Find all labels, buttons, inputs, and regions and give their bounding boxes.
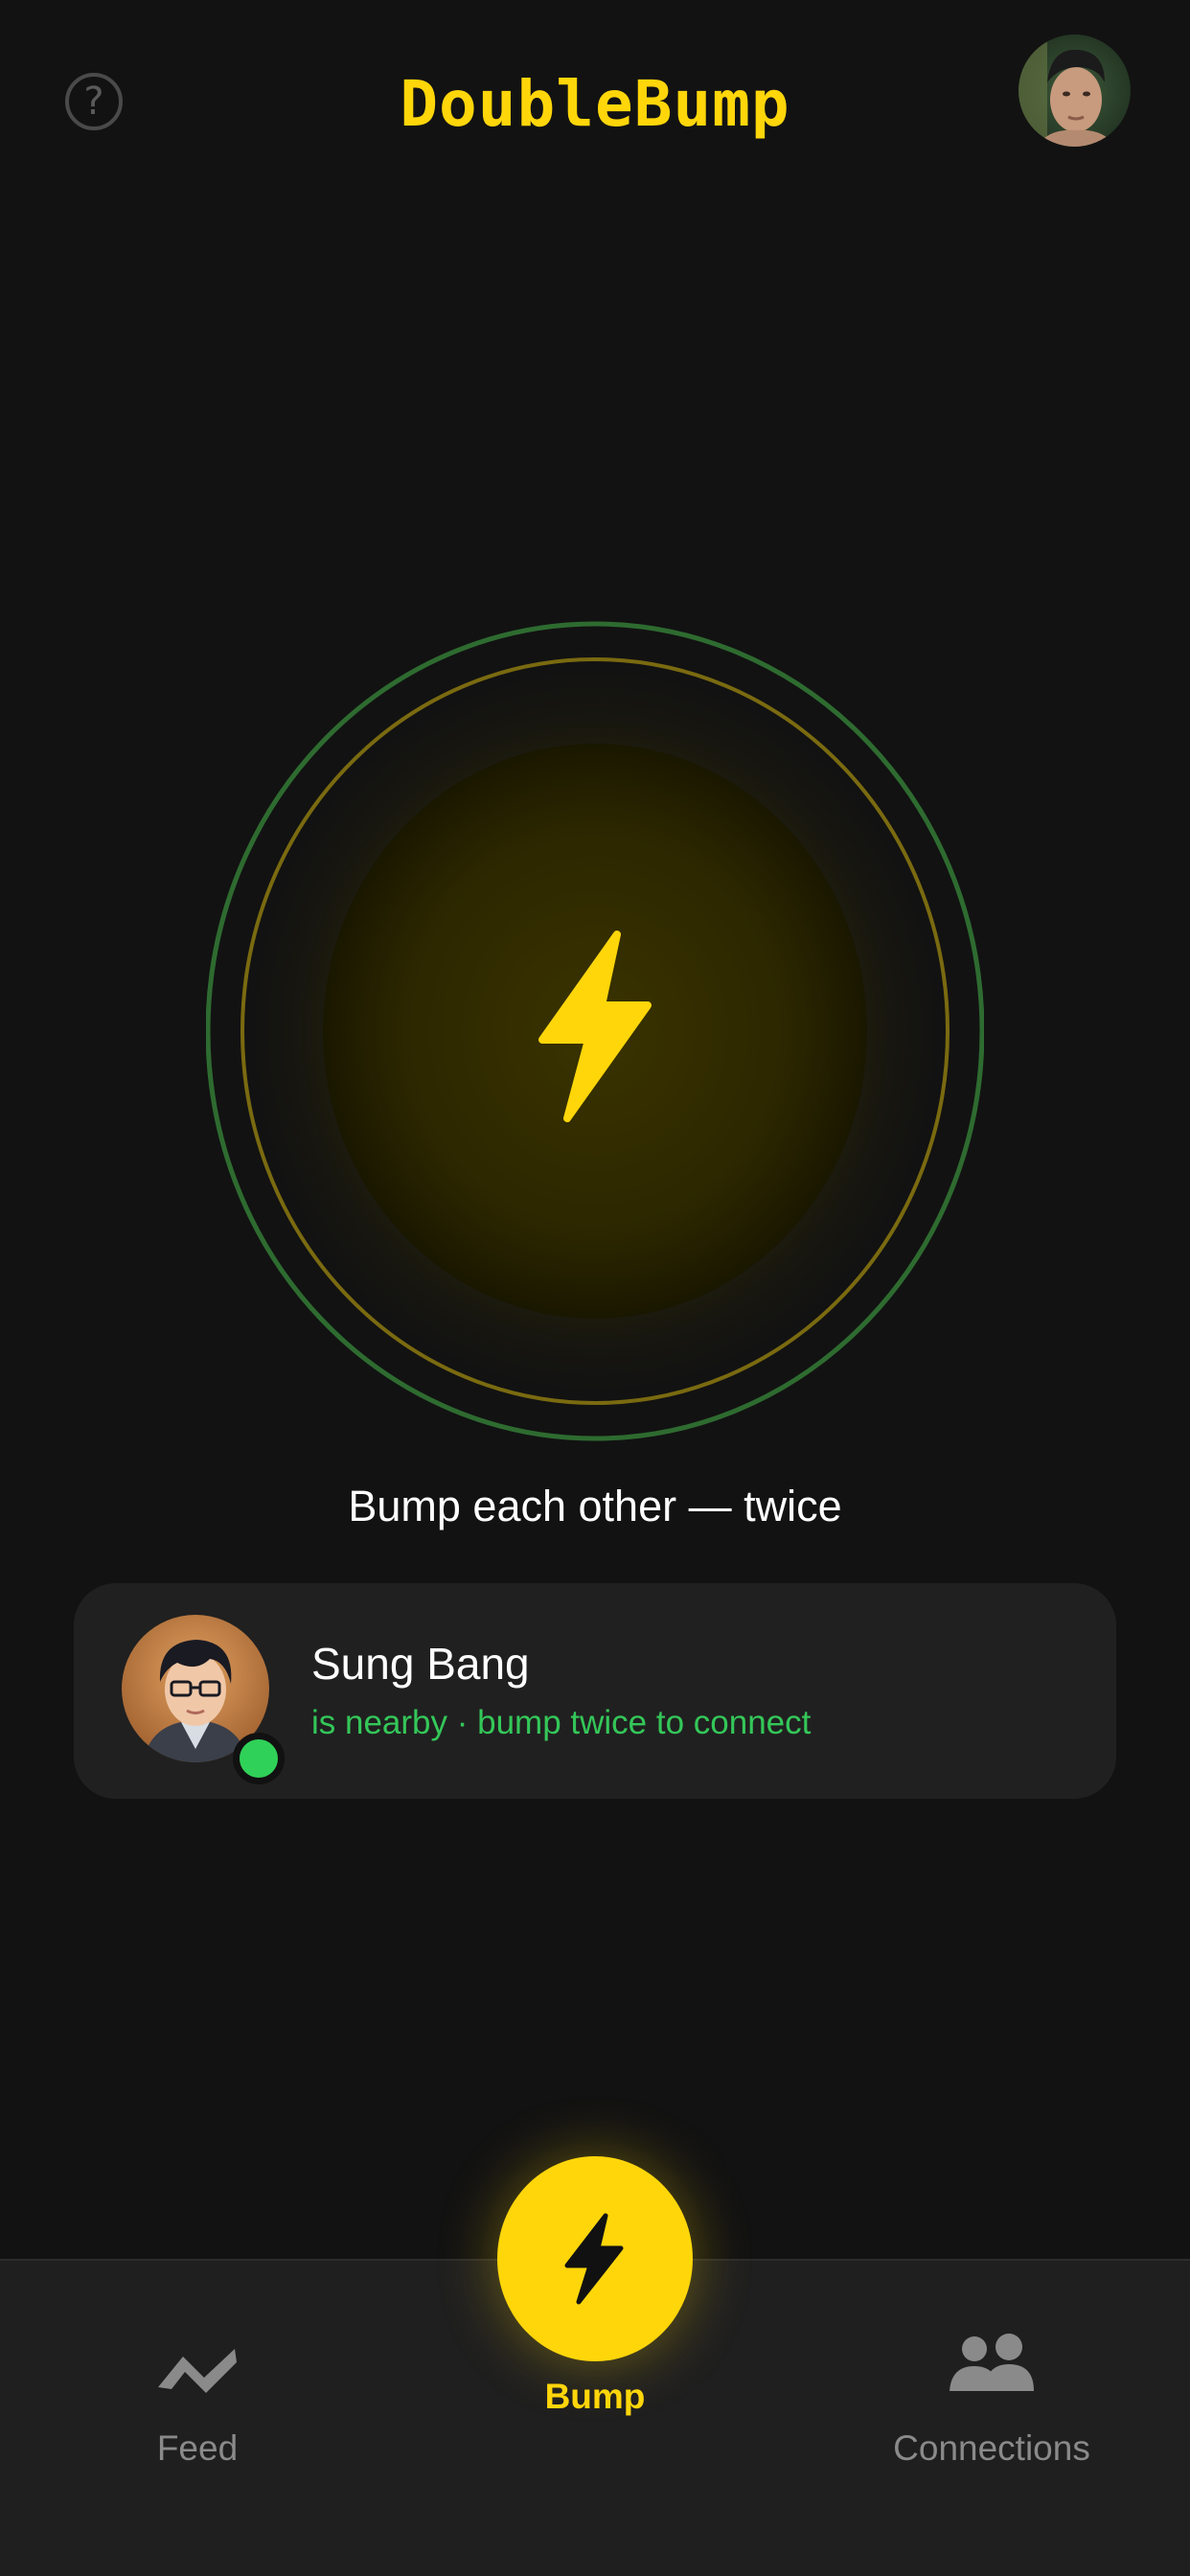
trend-line-icon <box>158 2349 237 2393</box>
tab-bump-label[interactable]: Bump <box>499 2373 691 2421</box>
bump-target[interactable] <box>206 618 984 1444</box>
profile-avatar[interactable] <box>1018 34 1131 147</box>
lightning-bolt-icon <box>564 2213 624 2305</box>
bump-instruction: Bump each other — twice <box>348 1482 842 1530</box>
nearby-user-name: Sung Bang <box>311 1639 530 1689</box>
lightning-bolt-icon <box>538 931 652 1122</box>
app-title: DoubleBump <box>400 67 790 141</box>
tab-connections-label: Connections <box>893 2428 1090 2468</box>
tab-connections[interactable]: Connections <box>862 2332 1121 2468</box>
tab-feed-label: Feed <box>156 2428 239 2468</box>
bump-screen: ? DoubleBump Bump each other — twice Sun… <box>0 0 1190 2576</box>
nearby-user-status: is nearby · bump twice to connect <box>311 1704 812 1741</box>
tab-feed[interactable]: Feed <box>111 2341 284 2468</box>
nearby-user-card[interactable]: Sung Bang is nearby · bump twice to conn… <box>74 1583 1116 1799</box>
online-status-dot <box>233 1733 285 1784</box>
tab-bump-button[interactable] <box>497 2156 693 2361</box>
people-icon <box>950 2334 1034 2391</box>
